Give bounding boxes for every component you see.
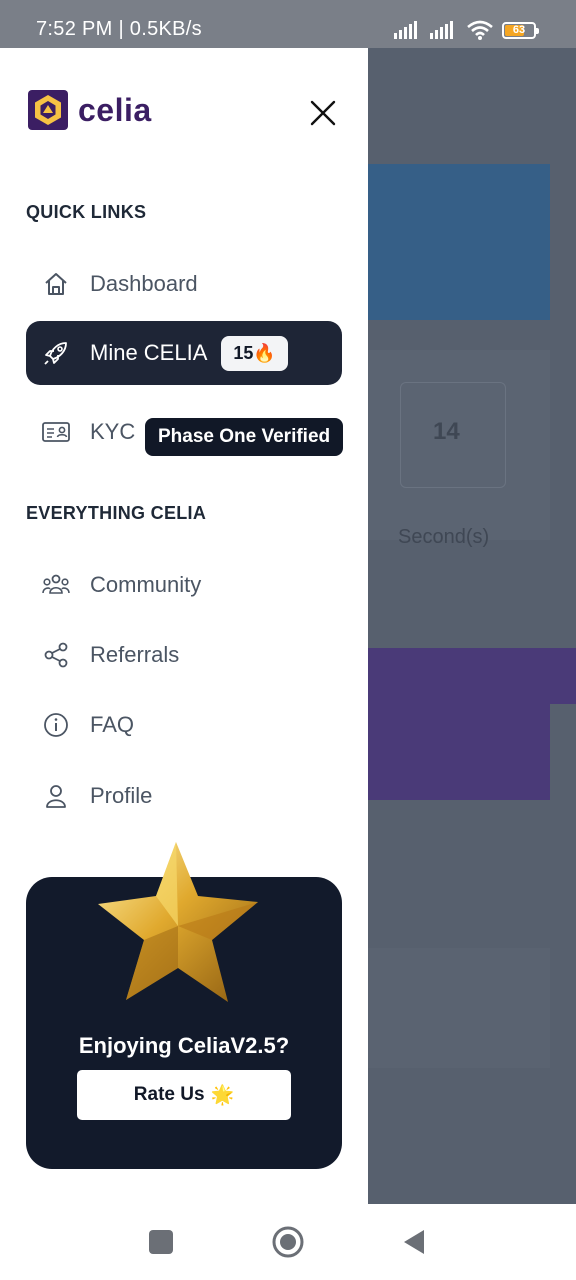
- rocket-icon: [40, 337, 72, 369]
- background-app-overlay[interactable]: 14 Second(s): [368, 48, 576, 1204]
- celia-logo-icon: [28, 90, 68, 130]
- kyc-status-badge: Phase One Verified: [145, 418, 344, 456]
- bg-lower-card: [368, 948, 550, 1068]
- bg-purple-tab: [550, 648, 576, 704]
- nav-item-dashboard[interactable]: Dashboard: [26, 252, 342, 316]
- nav-label-kyc: KYC: [90, 419, 136, 444]
- wifi-icon: [467, 20, 493, 40]
- nav-item-community[interactable]: Community: [26, 553, 342, 617]
- nav-item-mine-celia[interactable]: Mine CELIA 15🔥: [26, 321, 342, 385]
- nav-label-mine-celia: Mine CELIA: [90, 340, 208, 365]
- status-time: 7:52 PM | 0.5KB/s: [36, 18, 202, 40]
- streak-badge: 15🔥: [221, 335, 288, 371]
- nav-item-referrals[interactable]: Referrals: [26, 623, 342, 687]
- side-drawer: celia QUICK LINKS Dashboard Mine CELIA 1…: [0, 48, 368, 1204]
- signal-icon: [394, 21, 417, 39]
- user-icon: [40, 780, 72, 812]
- sparkle-star-icon: 🌟: [210, 1085, 235, 1106]
- share-icon: [40, 639, 72, 671]
- bg-stat-value: 14: [433, 418, 460, 445]
- bg-blue-card: [368, 164, 550, 320]
- status-bar: 7:52 PM | 0.5KB/s 63: [0, 0, 576, 48]
- close-icon[interactable]: [306, 96, 340, 130]
- logo-text: celia: [78, 91, 152, 128]
- home-icon: [40, 268, 72, 300]
- status-icons: 63: [394, 20, 539, 40]
- quick-links-title: QUICK LINKS: [26, 202, 147, 222]
- celia-logo: celia: [28, 90, 152, 130]
- rate-card-title: Enjoying CeliaV2.5?: [78, 1033, 290, 1058]
- system-navigation-bar: [0, 1204, 576, 1280]
- info-icon: [40, 709, 72, 741]
- signal-icon-2: [430, 21, 453, 39]
- bg-purple-card: [368, 648, 550, 800]
- bg-stat-label: Second(s): [398, 526, 490, 548]
- home-button[interactable]: [272, 1226, 304, 1258]
- nav-item-profile[interactable]: Profile: [26, 764, 342, 828]
- battery-icon: 63: [502, 21, 539, 39]
- nav-label-community: Community: [90, 572, 202, 597]
- gold-star-icon: [98, 842, 258, 1002]
- nav-label-dashboard: Dashboard: [90, 271, 198, 296]
- nav-item-faq[interactable]: FAQ: [26, 693, 342, 757]
- nav-label-referrals: Referrals: [90, 642, 180, 667]
- recent-apps-button[interactable]: [149, 1230, 173, 1254]
- back-button[interactable]: [402, 1228, 426, 1256]
- id-card-icon: [40, 416, 72, 448]
- battery-percent: 63: [512, 23, 526, 36]
- rate-us-button[interactable]: Rate Us 🌟: [77, 1070, 291, 1120]
- nav-label-profile: Profile: [90, 783, 153, 808]
- rate-us-label: Rate Us: [133, 1084, 205, 1105]
- everything-celia-title: EVERYTHING CELIA: [26, 503, 207, 523]
- nav-label-faq: FAQ: [90, 712, 135, 737]
- users-icon: [40, 569, 72, 601]
